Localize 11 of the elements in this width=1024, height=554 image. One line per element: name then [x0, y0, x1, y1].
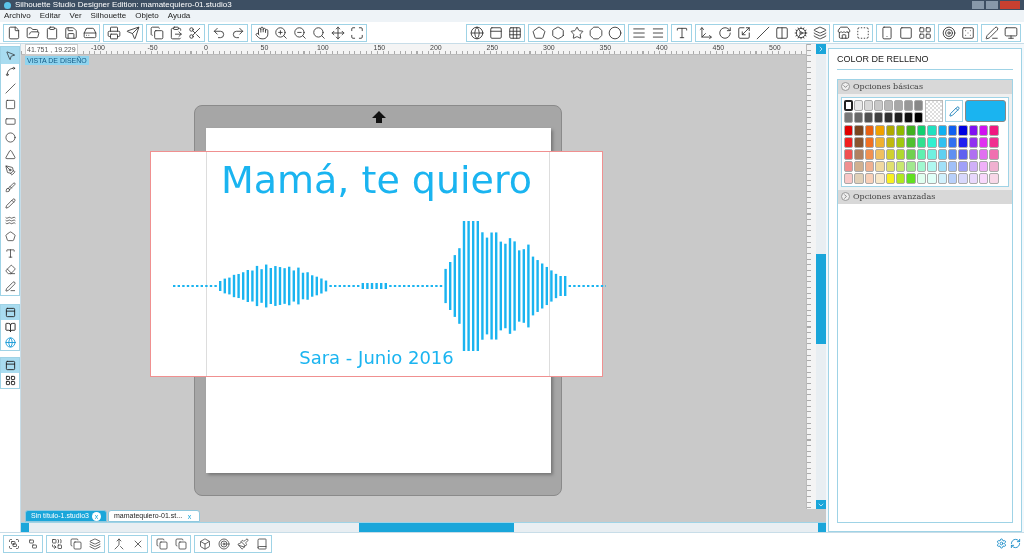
menu-item[interactable]: Archivo: [4, 10, 31, 22]
panel-title: COLOR DE RELLENO: [837, 49, 1013, 70]
menu-item[interactable]: Silhouette: [90, 10, 127, 22]
design-subtitle: Sara - Junio 2016: [298, 347, 455, 369]
menu-item[interactable]: Objeto: [135, 10, 159, 22]
menu-item[interactable]: Ver: [69, 10, 82, 22]
menu-item[interactable]: Editar: [39, 10, 61, 22]
section-header[interactable]: Opciones básicas: [838, 79, 1012, 94]
design-title: Mamá, te quiero: [219, 158, 534, 202]
menu-item[interactable]: Ayuda: [167, 10, 191, 22]
window-title: Silhouette Studio Designer Edition: mamatequiero-01.studio3: [15, 1, 232, 9]
